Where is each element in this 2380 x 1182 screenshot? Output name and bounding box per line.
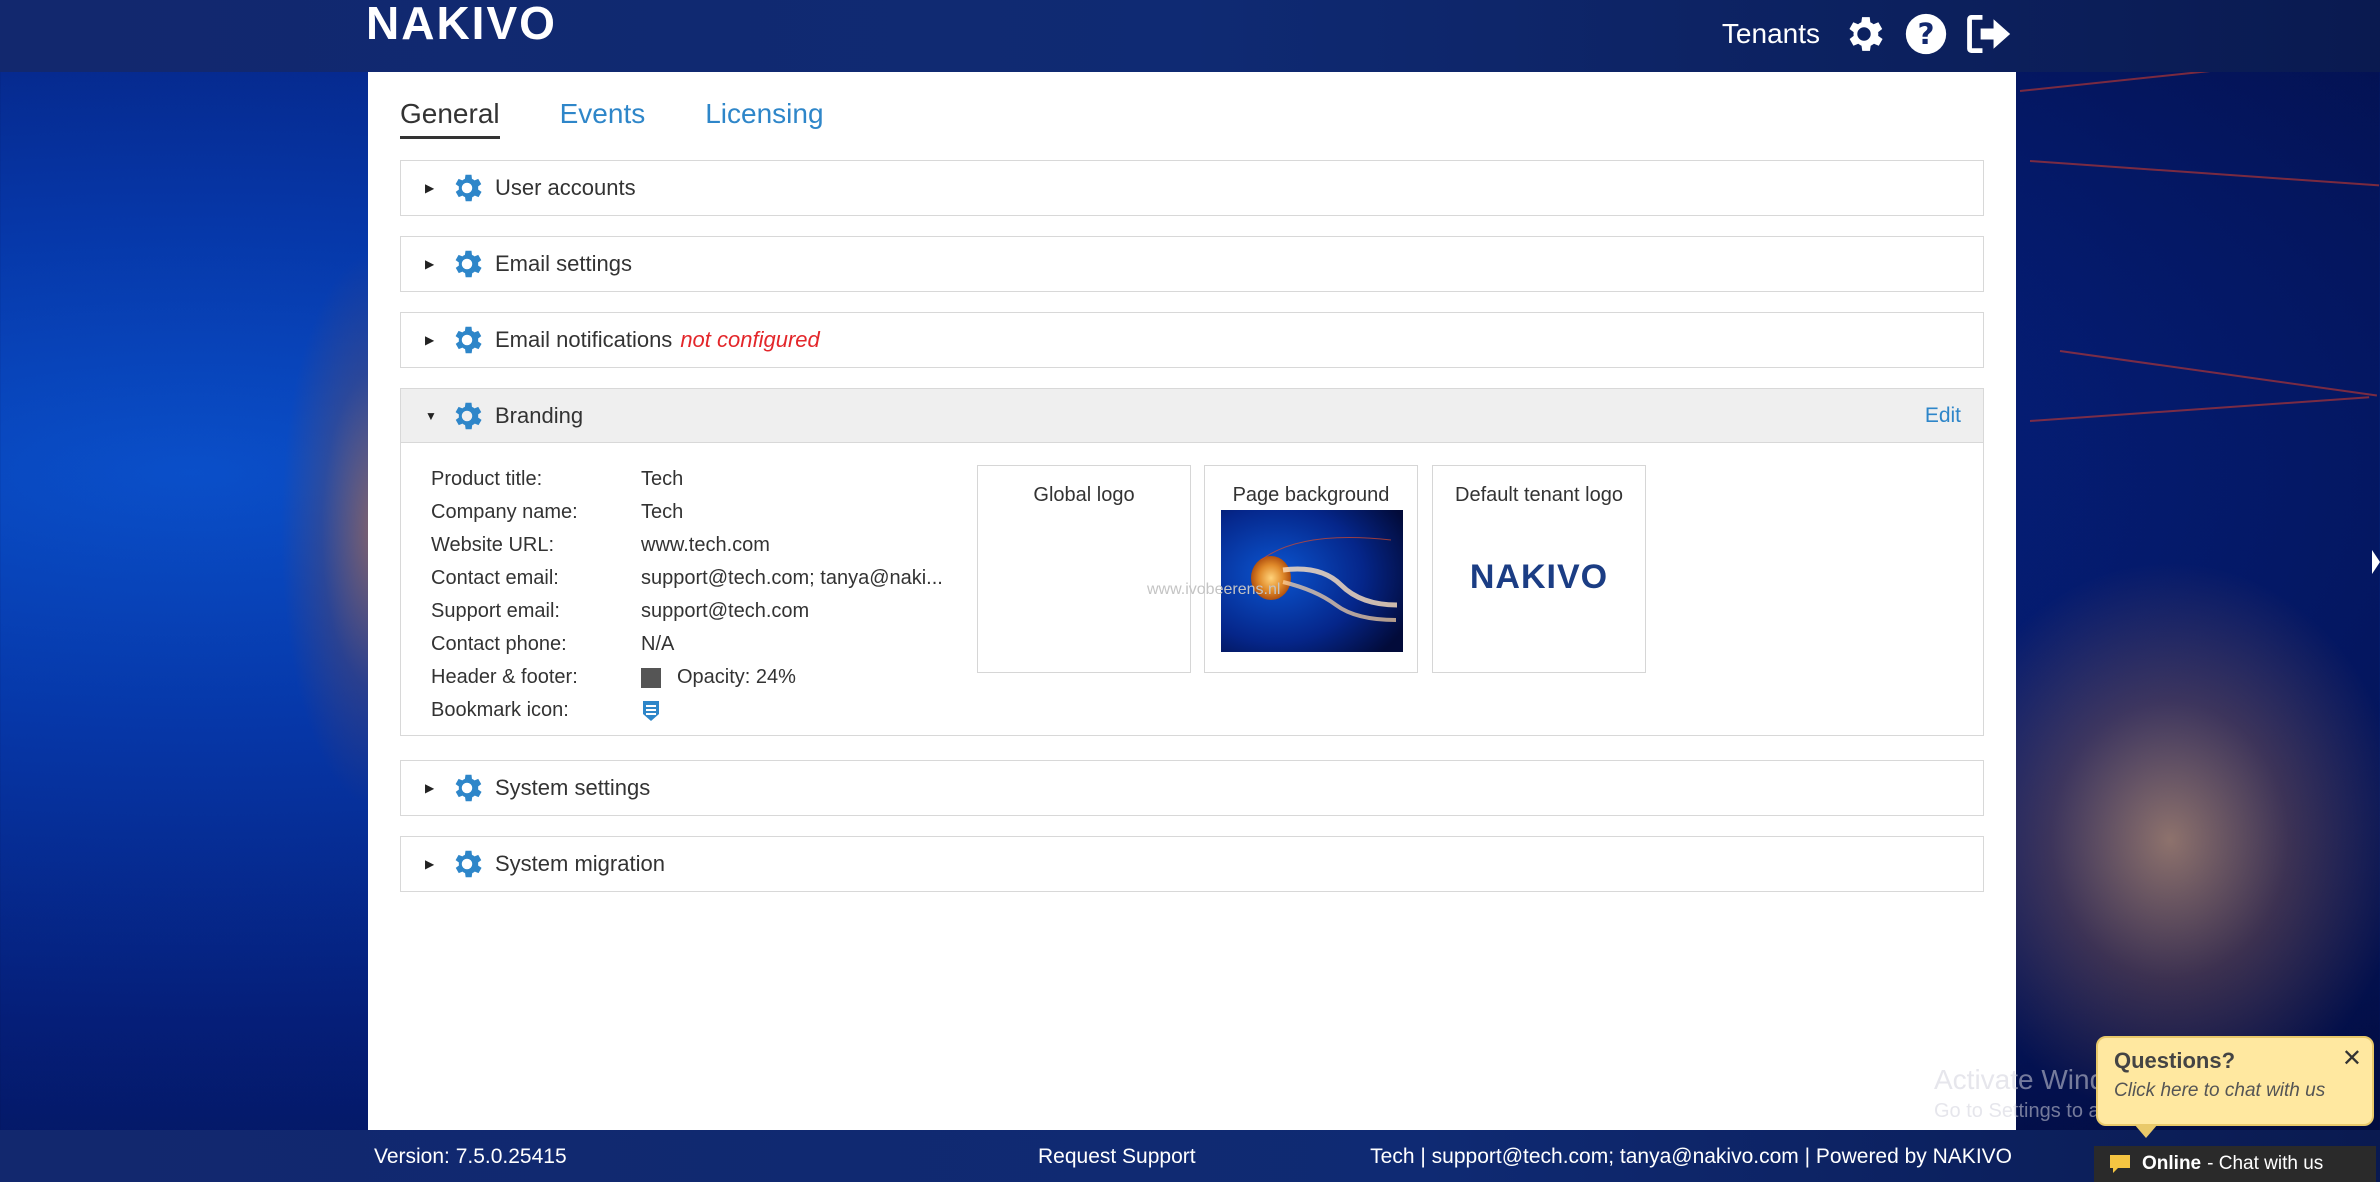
chat-cta: - Chat with us [2207, 1153, 2324, 1174]
watermark-text: www.ivobeerens.nl [1147, 581, 1281, 598]
prop-row: Header & footer: Opacity: 24% [431, 661, 961, 694]
branding-edit-link[interactable]: Edit [1925, 404, 1961, 428]
expand-arrow-icon: ▶ [425, 333, 435, 347]
collapse-arrow-icon: ▼ [425, 408, 437, 423]
gear-icon [455, 850, 482, 878]
bubble-tail [2134, 1124, 2158, 1138]
opacity-value: Opacity: 24% [677, 666, 796, 688]
chat-status: Online [2142, 1153, 2202, 1174]
gear-icon [455, 326, 482, 354]
prop-label: Contact phone: [431, 633, 567, 655]
chat-icon [2110, 1155, 2130, 1173]
card-title: Default tenant logo [1455, 484, 1623, 506]
section-email-settings: ▶ Email settings [400, 236, 1984, 292]
global-logo-card[interactable]: Global logo [977, 465, 1191, 673]
background-tentacle [2059, 350, 2378, 397]
chat-subtext: Click here to chat with us [2114, 1080, 2326, 1101]
background-tentacle [2029, 396, 2370, 422]
gear-icon[interactable] [1840, 10, 1888, 58]
branding-body: Product title: Tech Company name: Tech W… [401, 443, 1983, 735]
page-background-card[interactable]: Page background [1204, 465, 1418, 673]
expand-arrow-icon: ▶ [425, 857, 435, 871]
close-icon[interactable]: ✕ [2342, 1044, 2362, 1073]
tab-general[interactable]: General [400, 98, 500, 139]
header-footer-color-swatch [641, 667, 661, 688]
email-settings-header[interactable]: ▶ Email settings [401, 237, 1983, 291]
email-notifications-header[interactable]: ▶ Email notifications not configured [401, 313, 1983, 367]
version-text: Version: 7.5.0.25415 [374, 1145, 567, 1168]
gear-icon [455, 402, 482, 429]
default-tenant-logo: NAKIVO [1469, 558, 1609, 596]
logout-icon[interactable] [1964, 10, 2012, 58]
prop-label: Website URL: [431, 534, 555, 556]
prop-row: Bookmark icon: [431, 694, 961, 727]
request-support-link[interactable]: Request Support [1038, 1145, 1196, 1169]
gear-icon [455, 774, 482, 802]
help-icon[interactable]: ? [1902, 10, 1950, 58]
prop-label: Company name: [431, 501, 578, 523]
prop-value: N/A [641, 633, 675, 655]
prop-row: Company name: Tech [431, 496, 961, 529]
background-tentacle [2029, 160, 2380, 187]
section-email-notifications: ▶ Email notifications not configured [400, 312, 1984, 368]
section-title: Email notifications [495, 327, 673, 352]
section-title: System migration [495, 851, 665, 876]
prop-value: www.tech.com [641, 534, 770, 556]
section-user-accounts: ▶ User accounts [400, 160, 1984, 216]
card-title: Global logo [1033, 484, 1135, 506]
user-accounts-header[interactable]: ▶ User accounts [401, 161, 1983, 215]
chat-online-bar[interactable]: Online - Chat with us [2094, 1146, 2376, 1182]
not-configured-status: not configured [680, 327, 820, 352]
prop-value: Opacity: 24% [641, 666, 961, 689]
expand-arrow-icon: ▶ [425, 181, 435, 195]
section-title: Branding [495, 402, 584, 428]
prop-label: Contact email: [431, 567, 559, 589]
bookmark-icon [643, 700, 659, 721]
chat-questions-bubble[interactable]: Questions? Click here to chat with us ✕ [2096, 1036, 2374, 1138]
gear-icon [455, 174, 482, 202]
nakivo-logo: NAKIVO [366, 0, 557, 49]
prop-value: support@tech.com; tanya@naki... [641, 567, 943, 589]
gear-icon [455, 250, 482, 278]
system-settings-header[interactable]: ▶ System settings [401, 761, 1983, 815]
prop-label: Header & footer: [431, 666, 578, 688]
tenants-link[interactable]: Tenants [1722, 18, 1820, 50]
prop-value: Tech [641, 501, 684, 523]
section-system-settings: ▶ System settings [400, 760, 1984, 816]
svg-text:?: ? [1917, 17, 1934, 51]
default-tenant-logo-card[interactable]: Default tenant logo NAKIVO [1432, 465, 1646, 673]
prop-label: Bookmark icon: [431, 699, 569, 721]
footer-bar: Version: 7.5.0.25415 Request Support Tec… [0, 1130, 2380, 1182]
chat-question: Questions? [2114, 1048, 2236, 1073]
tab-licensing[interactable]: Licensing [705, 98, 823, 139]
prop-row: Support email: support@tech.com [431, 595, 961, 628]
expand-arrow-icon: ▶ [425, 781, 435, 795]
top-bar: NAKIVO Tenants ? [0, 0, 2380, 72]
branding-header[interactable]: ▼ Branding Edit [401, 389, 1983, 443]
prop-row: Product title: Tech [431, 463, 961, 496]
prop-row: Website URL: www.tech.com [431, 529, 961, 562]
expand-arrow-icon: ▶ [425, 257, 435, 271]
section-title: Email settings [495, 251, 632, 276]
tab-bar: General Events Licensing [400, 98, 824, 139]
section-branding: ▼ Branding Edit Product title: Tech Comp… [400, 388, 1984, 736]
tab-events[interactable]: Events [560, 98, 646, 139]
prop-value: Tech [641, 468, 684, 490]
card-title: Page background [1232, 484, 1390, 506]
prop-row: Contact email: support@tech.com; tanya@n… [431, 562, 961, 595]
system-migration-header[interactable]: ▶ System migration [401, 837, 1983, 891]
footer-contact-text: Tech | support@tech.com; tanya@nakivo.co… [1370, 1145, 2012, 1168]
section-system-migration: ▶ System migration [400, 836, 1984, 892]
branding-properties: Product title: Tech Company name: Tech W… [431, 463, 961, 727]
prop-row: Contact phone: N/A [431, 628, 961, 661]
prop-value: support@tech.com [641, 600, 810, 622]
top-right-controls: Tenants ? [1722, 10, 2012, 58]
main-panel: General Events Licensing ▶ User accounts… [368, 72, 2016, 1130]
mouse-cursor [2372, 550, 2380, 574]
prop-value [641, 699, 961, 722]
section-title: User accounts [495, 175, 636, 200]
prop-label: Product title: [431, 468, 543, 490]
prop-label: Support email: [431, 600, 560, 622]
section-title: System settings [495, 775, 651, 800]
